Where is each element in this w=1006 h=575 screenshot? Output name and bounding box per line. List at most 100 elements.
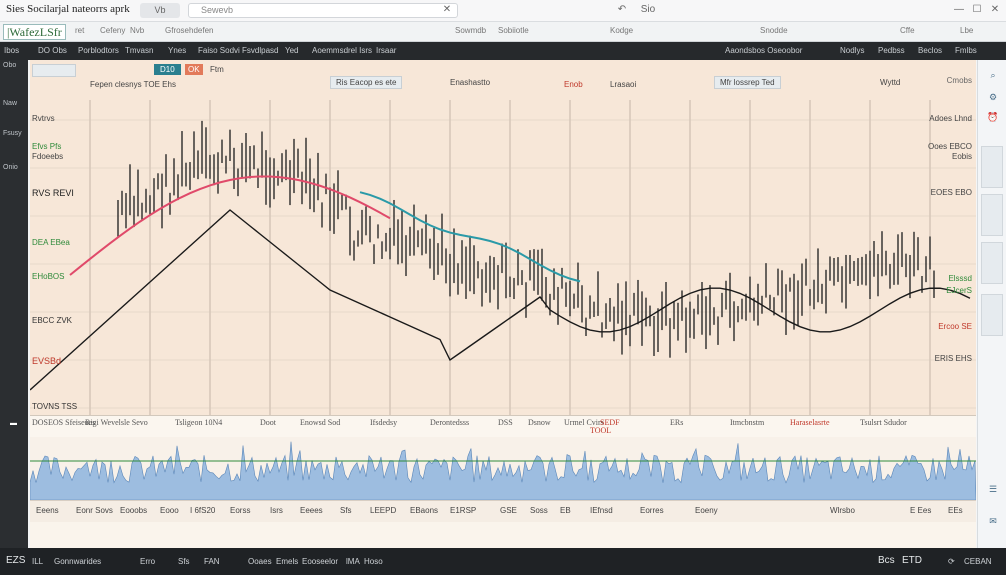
status-item[interactable]: Gonnwarides: [54, 557, 101, 566]
lower-item[interactable]: Eeees: [300, 506, 323, 515]
status-item[interactable]: Hoso: [364, 557, 383, 566]
toolbar-item[interactable]: Sowmdb: [455, 26, 486, 35]
lower-item[interactable]: LEEPD: [370, 506, 396, 515]
tab-item[interactable]: Porblodtors: [78, 46, 119, 55]
sidebar-item[interactable]: Fsusy: [3, 130, 22, 137]
symbol-box[interactable]: [32, 64, 76, 77]
nav-text: Sio: [640, 4, 656, 15]
tab-item[interactable]: Pedbss: [878, 46, 905, 55]
indicator-label[interactable]: Enashastto: [450, 78, 490, 87]
indicator-box[interactable]: Mfr lossrep Ted: [714, 76, 781, 89]
settings-icon[interactable]: ⚙: [984, 88, 1002, 106]
toolbar-item[interactable]: Cefeny: [100, 26, 125, 35]
tab-item[interactable]: Fsvdlpasd: [242, 46, 278, 55]
lower-item[interactable]: E1RSP: [450, 506, 476, 515]
brand-logo: |WafezLSfr: [3, 24, 66, 40]
info-item: Doot: [260, 418, 276, 427]
lower-item[interactable]: Sfs: [340, 506, 352, 515]
status-item[interactable]: Emels: [276, 557, 298, 566]
indicator-label[interactable]: Lrasaoi: [610, 80, 636, 89]
lower-item[interactable]: E Ees: [910, 506, 931, 515]
toolbar-item[interactable]: Cffe: [900, 26, 915, 35]
status-item[interactable]: ILL: [32, 557, 43, 566]
info-item: Itmcbnstm: [730, 418, 765, 427]
lower-item[interactable]: I 6fS20: [190, 506, 215, 515]
tab-item[interactable]: Nodlys: [840, 46, 864, 55]
news-widget[interactable]: [981, 242, 1003, 284]
window-maximize-icon[interactable]: ☐: [970, 2, 984, 18]
sidebar-item[interactable]: Naw: [3, 100, 17, 107]
back-arrow-icon[interactable]: ↶: [615, 2, 629, 18]
status-item[interactable]: Ooaes: [248, 557, 272, 566]
toolbar-item[interactable]: Lbe: [960, 26, 973, 35]
lower-item[interactable]: Eonr Sovs: [76, 506, 113, 515]
chat-icon[interactable]: ✉: [984, 512, 1002, 530]
tab-item[interactable]: DO Obs: [38, 46, 67, 55]
toolbar-item[interactable]: Snodde: [760, 26, 788, 35]
toolbar-item[interactable]: Kodge: [610, 26, 633, 35]
status-item[interactable]: lMA: [346, 557, 360, 566]
tab-item[interactable]: Tmvasn: [125, 46, 153, 55]
volume-area: [30, 441, 976, 500]
url-bar[interactable]: Sewevb: [188, 3, 458, 18]
tab-item[interactable]: Ynes: [168, 46, 186, 55]
toolbar-item[interactable]: Sobiiotle: [498, 26, 529, 35]
timeframe-button[interactable]: D10: [154, 64, 181, 75]
price-chart-svg[interactable]: [30, 60, 976, 415]
toolbar-item[interactable]: Gfrosehdefen: [165, 26, 213, 35]
price-chart[interactable]: D10 OK Ftm Fepen clesnys TOE Ehs Ris Eac…: [30, 60, 976, 415]
dropdown-ftm[interactable]: Ftm: [210, 65, 224, 74]
watchlist-widget[interactable]: [981, 146, 1003, 188]
right-price-label: EJcerS: [946, 286, 972, 295]
lower-item[interactable]: GSE: [500, 506, 517, 515]
indicator-box[interactable]: Ris Eacop es ete: [330, 76, 403, 89]
window-minimize-icon[interactable]: —: [952, 2, 966, 18]
window-close-icon[interactable]: ✕: [988, 2, 1002, 18]
sidebar-item[interactable]: Obo: [3, 62, 16, 69]
layers-icon[interactable]: ☰: [984, 480, 1002, 498]
indicator-label[interactable]: Enob: [564, 80, 583, 89]
lower-item[interactable]: Soss: [530, 506, 548, 515]
tab-item[interactable]: Irsaar: [376, 46, 396, 55]
lower-item[interactable]: IEfnsd: [590, 506, 613, 515]
tab-item[interactable]: Yed: [285, 46, 299, 55]
refresh-icon[interactable]: ⟳: [948, 557, 955, 566]
close-url-icon[interactable]: ✕: [440, 2, 454, 18]
lower-item[interactable]: Eooo: [160, 506, 179, 515]
lower-item[interactable]: Eeens: [36, 506, 59, 515]
sidebar-item[interactable]: Onio: [3, 164, 18, 171]
alert-icon[interactable]: ⏰: [984, 108, 1002, 126]
browser-tab[interactable]: Vb: [140, 3, 180, 18]
status-item[interactable]: Erro: [140, 557, 155, 566]
status-item[interactable]: Eooseelor: [302, 557, 338, 566]
compare-button[interactable]: Wyttd: [880, 78, 900, 87]
lower-pane: [30, 522, 976, 548]
lower-item[interactable]: EEs: [948, 506, 963, 515]
lower-item[interactable]: EBaons: [410, 506, 438, 515]
lower-item[interactable]: Wlrsbo: [830, 506, 855, 515]
lower-item[interactable]: Isrs: [270, 506, 283, 515]
info-item: Ifsdedsy: [370, 418, 398, 427]
lower-item[interactable]: Eooobs: [120, 506, 147, 515]
lower-item[interactable]: Eorss: [230, 506, 250, 515]
volume-pane[interactable]: [30, 437, 976, 500]
status-item[interactable]: Sfs: [178, 557, 190, 566]
tab-item[interactable]: Ibos: [4, 46, 19, 55]
calendar-widget[interactable]: [981, 294, 1003, 336]
tab-item[interactable]: Aoemmsdrel Isrs: [312, 46, 372, 55]
lower-item[interactable]: EB: [560, 506, 571, 515]
toolbar-item[interactable]: ret: [75, 26, 84, 35]
tab-item[interactable]: Faiso Sodvi: [198, 46, 240, 55]
details-widget[interactable]: [981, 194, 1003, 236]
lower-item[interactable]: Eoeny: [695, 506, 718, 515]
sidebar-dash-icon[interactable]: ▬: [10, 420, 17, 427]
search-icon[interactable]: ⌕: [984, 66, 1002, 84]
left-price-label: EHoBOS: [32, 272, 65, 281]
status-right: ETD: [902, 555, 922, 566]
status-item[interactable]: FAN: [204, 557, 220, 566]
tab-item[interactable]: Aaondsbos Oseoobor: [725, 46, 802, 55]
tab-item[interactable]: Fmlbs: [955, 46, 977, 55]
tab-item[interactable]: Beclos: [918, 46, 942, 55]
lower-item[interactable]: Eorres: [640, 506, 664, 515]
toolbar-item[interactable]: Nvb: [130, 26, 144, 35]
